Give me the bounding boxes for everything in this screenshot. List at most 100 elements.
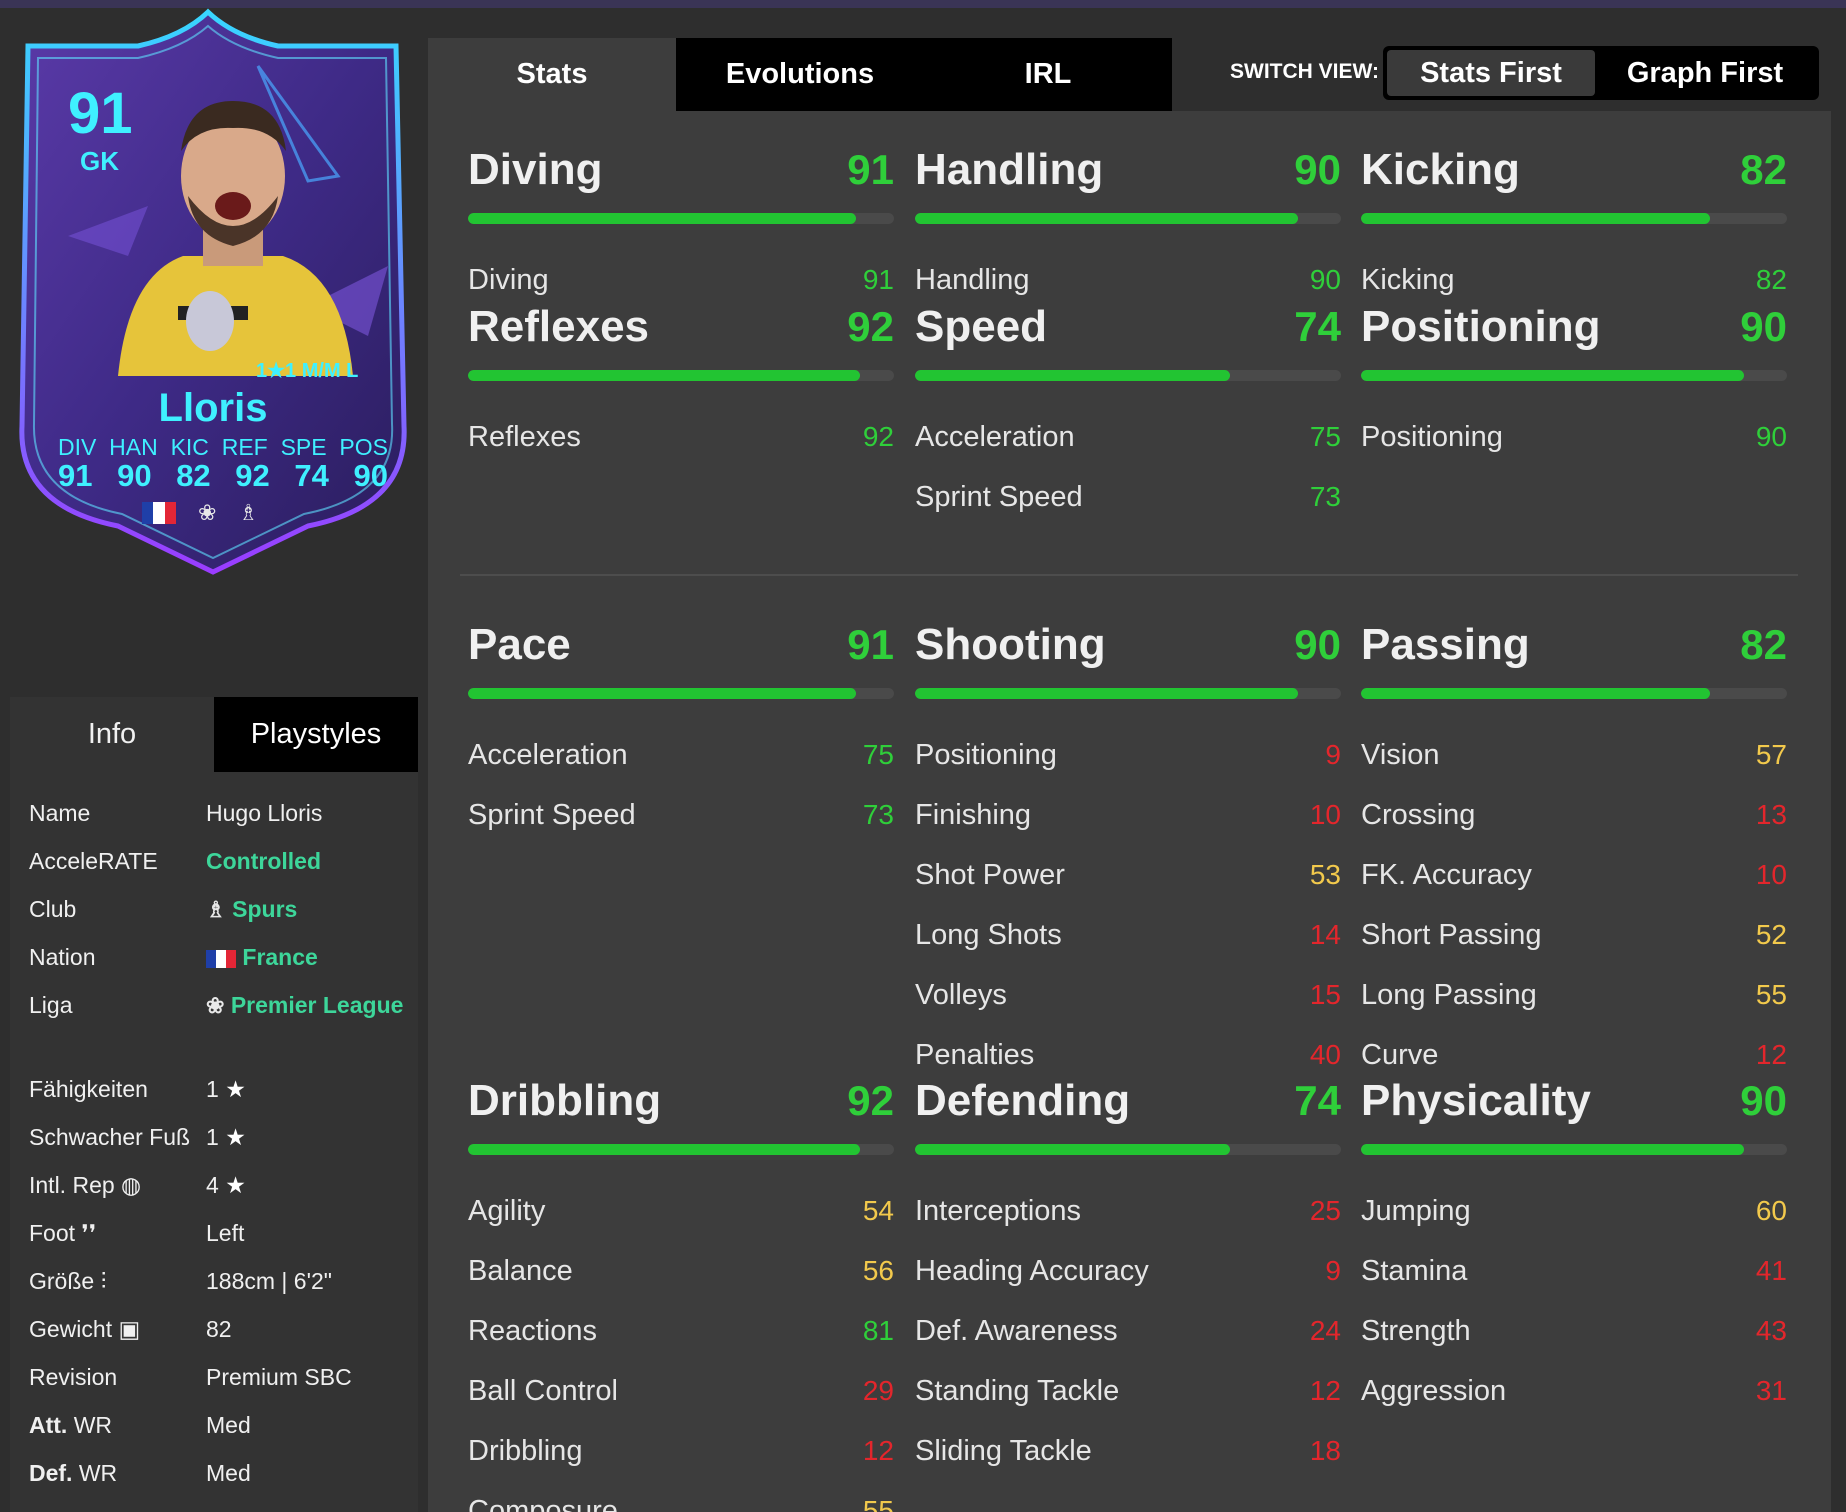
sub-stat-value: 75 xyxy=(1309,421,1341,452)
sub-stat-list: Reflexes 92 xyxy=(468,407,894,467)
tab-playstyles[interactable]: Playstyles xyxy=(214,697,418,772)
card-stat-value: 90 xyxy=(353,458,388,493)
sub-stat-row: Kicking 82 xyxy=(1361,250,1787,310)
sub-stat-value: 41 xyxy=(1755,1255,1787,1286)
card-player-name: Lloris xyxy=(158,386,268,430)
stat-bar-track xyxy=(1361,370,1787,381)
scale-icon: ▣ xyxy=(118,1316,141,1342)
sub-stat-value: 55 xyxy=(1755,979,1787,1010)
info-key: Revision xyxy=(29,1364,118,1390)
sub-stat-value: 90 xyxy=(1309,264,1341,295)
info-value: Med xyxy=(206,1460,251,1486)
tab-irl[interactable]: IRL xyxy=(924,38,1172,111)
info-key: Nation xyxy=(29,944,96,970)
info-key: AcceleRATE xyxy=(29,848,158,874)
sub-stat-value: 81 xyxy=(862,1315,894,1346)
info-value: Left xyxy=(206,1220,245,1246)
sub-stat-list: Diving 91 xyxy=(468,250,894,310)
skill-moves-value: 1 xyxy=(206,1076,219,1102)
sub-stat-name: Long Shots xyxy=(915,918,1062,951)
stat-bar-track xyxy=(915,1144,1341,1155)
league-link[interactable]: ❀ Premier League xyxy=(206,992,406,1076)
stat-group-positioning: Positioning 90 Positioning 90 xyxy=(1361,302,1787,467)
card-position: GK xyxy=(80,146,119,176)
stat-group-value: 74 xyxy=(1294,1077,1341,1124)
sub-stat-value: 91 xyxy=(862,264,894,295)
sub-stat-row: Sprint Speed 73 xyxy=(915,467,1341,527)
stats-panel: Diving 91 Diving 91 Handling 90 Handling 90 Kick… xyxy=(428,111,1831,1512)
info-row-skills: Fähigkeiten 1 ★ xyxy=(10,1076,418,1124)
stat-group-header: Handling 90 xyxy=(915,145,1341,201)
stat-bar-fill xyxy=(1361,688,1711,699)
sub-stat-value: 10 xyxy=(1309,799,1341,830)
sub-stat-value: 56 xyxy=(862,1255,894,1286)
france-flag-icon xyxy=(206,949,236,968)
sub-stat-row: Heading Accuracy 9 xyxy=(915,1241,1341,1301)
sub-stat-list: Handling 90 xyxy=(915,250,1341,310)
card-rating: 91 xyxy=(68,81,133,146)
sub-stat-row: Volleys 15 xyxy=(915,965,1341,1025)
stat-group-header: Shooting 90 xyxy=(915,620,1341,676)
sub-stat-value: 92 xyxy=(862,421,894,452)
sub-stat-value: 12 xyxy=(1309,1375,1341,1406)
main-tabs: Stats Evolutions IRL xyxy=(428,38,1172,111)
info-value: 82 xyxy=(206,1316,232,1342)
sub-stat-list: Jumping 60 Stamina 41 Strength 43 Aggression 31 xyxy=(1361,1181,1787,1421)
stat-group-header: Physicality 90 xyxy=(1361,1076,1787,1132)
stat-bar-fill xyxy=(915,688,1299,699)
stat-bar-fill xyxy=(915,213,1299,224)
stat-group-name: Speed xyxy=(915,302,1048,351)
stat-group-name: Kicking xyxy=(1361,145,1520,194)
info-key-bold: Att. xyxy=(29,1412,68,1438)
sub-stat-value: 52 xyxy=(1755,919,1787,950)
sub-stat-list: Acceleration 75 Sprint Speed 73 xyxy=(915,407,1341,527)
sub-stat-name: Acceleration xyxy=(915,420,1075,453)
stat-group-header: Diving 91 xyxy=(468,145,894,201)
info-row-weak-foot: Schwacher Fuß 1 ★ xyxy=(10,1124,418,1172)
stat-group-name: Diving xyxy=(468,145,603,194)
intl-rep-value: 4 xyxy=(206,1172,219,1198)
info-key: Foot ❜❜ xyxy=(10,1220,206,1268)
stat-group-value: 91 xyxy=(847,621,894,668)
info-key-text: Foot xyxy=(29,1220,76,1246)
info-tabs: Info Playstyles xyxy=(10,697,418,772)
sub-stat-value: 75 xyxy=(862,739,894,770)
accelerate-link[interactable]: Controlled xyxy=(206,848,406,896)
sub-stat-value: 9 xyxy=(1325,739,1341,770)
stat-group-name: Reflexes xyxy=(468,302,650,351)
sub-stat-value: 9 xyxy=(1325,1255,1341,1286)
sub-stat-name: Jumping xyxy=(1361,1194,1471,1227)
sub-stat-name: Finishing xyxy=(915,798,1032,831)
graph-first-option[interactable]: Graph First xyxy=(1595,50,1815,96)
stats-first-option[interactable]: Stats First xyxy=(1387,50,1595,96)
sub-stat-row: Handling 90 xyxy=(915,250,1341,310)
stat-group-header: Positioning 90 xyxy=(1361,302,1787,358)
stat-bar-track xyxy=(468,213,894,224)
club-link[interactable]: ♗ Spurs xyxy=(206,896,406,944)
info-value: Med xyxy=(206,1412,251,1438)
sub-stat-row: Stamina 41 xyxy=(1361,1241,1787,1301)
info-key-text: Gewicht xyxy=(29,1316,113,1342)
spurs-crest-icon: ♗ xyxy=(206,897,226,922)
card-stat-value: 74 xyxy=(294,458,329,493)
stat-group-speed: Speed 74 Acceleration 75 Sprint Speed 73 xyxy=(915,302,1341,527)
tab-info[interactable]: Info xyxy=(10,697,214,772)
sub-stat-row: FK. Accuracy 10 xyxy=(1361,845,1787,905)
tab-evolutions[interactable]: Evolutions xyxy=(676,38,924,111)
stat-group-value: 90 xyxy=(1740,1077,1787,1124)
stat-group-value: 74 xyxy=(1294,303,1341,350)
info-rows: Name Hugo Lloris AcceleRATE Controlled C… xyxy=(10,772,418,1508)
sub-stat-value: 55 xyxy=(862,1495,894,1512)
sub-stat-list: Kicking 82 xyxy=(1361,250,1787,310)
nation-link[interactable]: France xyxy=(206,944,406,992)
sub-stat-name: Shot Power xyxy=(915,858,1065,891)
stat-group-value: 90 xyxy=(1740,303,1787,350)
tab-stats[interactable]: Stats xyxy=(428,38,676,111)
sub-stat-row: Positioning 9 xyxy=(915,725,1341,785)
stat-group-dribbling: Dribbling 92 Agility 54 Balance 56 Reactions 81… xyxy=(468,1076,894,1512)
sub-stat-value: 73 xyxy=(1309,481,1341,512)
stat-bar-track xyxy=(468,688,894,699)
section-divider xyxy=(460,574,1798,576)
sub-stat-name: Volleys xyxy=(915,978,1007,1011)
club-name: Spurs xyxy=(232,896,298,922)
